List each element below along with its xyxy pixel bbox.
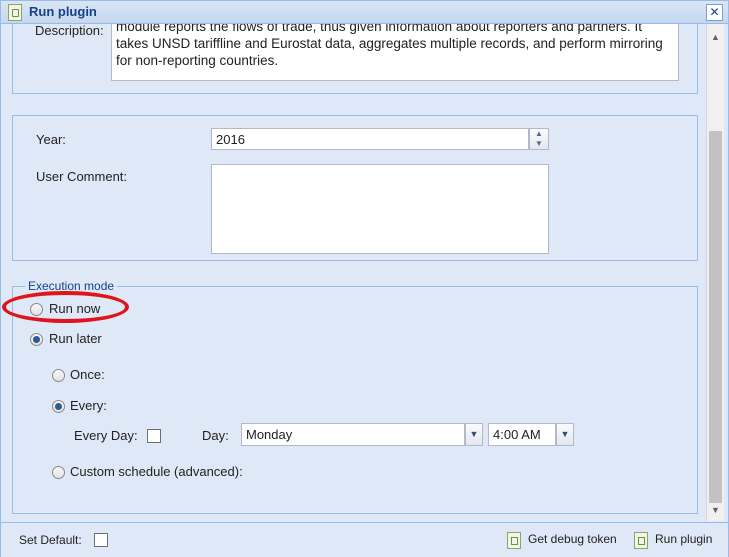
set-default-checkbox[interactable] bbox=[94, 533, 108, 547]
day-select[interactable]: Monday bbox=[241, 423, 465, 446]
debug-token-icon bbox=[507, 532, 521, 549]
custom-schedule-radio[interactable] bbox=[52, 466, 65, 479]
run-later-label[interactable]: Run later bbox=[49, 331, 102, 346]
once-label[interactable]: Once: bbox=[70, 367, 105, 382]
day-label: Day: bbox=[202, 428, 229, 443]
window-titlebar[interactable]: Run plugin ✕ bbox=[1, 1, 728, 24]
time-select[interactable]: 4:00 AM bbox=[488, 423, 556, 446]
spinner-up-icon[interactable]: ▲ bbox=[530, 129, 548, 139]
set-default-label: Set Default: bbox=[19, 533, 82, 547]
description-panel: Description: module reports the flows of… bbox=[12, 24, 698, 94]
every-label[interactable]: Every: bbox=[70, 398, 107, 413]
description-label: Description: bbox=[35, 24, 104, 38]
run-plugin-icon bbox=[634, 532, 648, 549]
scroll-up-icon[interactable]: ▲ bbox=[707, 29, 724, 46]
spinner-down-icon[interactable]: ▼ bbox=[530, 139, 548, 149]
scroll-thumb[interactable] bbox=[709, 131, 722, 503]
execution-mode-fieldset: Execution mode Run now Run later Once: E… bbox=[12, 279, 698, 514]
user-comment-label: User Comment: bbox=[36, 169, 128, 184]
window-footer: Set Default: Get debug token Run plugin bbox=[1, 522, 728, 557]
every-day-label: Every Day: bbox=[74, 428, 138, 443]
window-title: Run plugin bbox=[29, 4, 97, 19]
user-comment-textarea[interactable] bbox=[211, 164, 549, 254]
description-textarea[interactable]: module reports the flows of trade, thus … bbox=[111, 24, 679, 81]
year-label: Year: bbox=[36, 132, 66, 147]
run-now-highlight-ellipse bbox=[2, 291, 129, 323]
form-content: Description: module reports the flows of… bbox=[1, 24, 706, 521]
time-select-chevron-down-icon[interactable]: ▼ bbox=[556, 423, 574, 446]
get-debug-token-button[interactable]: Get debug token bbox=[528, 532, 617, 546]
close-button[interactable]: ✕ bbox=[706, 4, 723, 21]
custom-schedule-label[interactable]: Custom schedule (advanced): bbox=[70, 464, 243, 479]
year-input[interactable]: 2016 bbox=[211, 128, 529, 150]
run-plugin-window: Run plugin ✕ Description: module reports… bbox=[0, 0, 729, 557]
day-select-chevron-down-icon[interactable]: ▼ bbox=[465, 423, 483, 446]
parameters-panel: Year: 2016 ▲ ▼ User Comment: bbox=[12, 115, 698, 261]
once-radio[interactable] bbox=[52, 369, 65, 382]
year-spinner[interactable]: ▲ ▼ bbox=[529, 128, 549, 150]
every-day-checkbox[interactable] bbox=[147, 429, 161, 443]
every-radio[interactable] bbox=[52, 400, 65, 413]
scroll-down-icon[interactable]: ▼ bbox=[707, 502, 724, 519]
plugin-icon bbox=[8, 4, 22, 21]
run-later-radio[interactable] bbox=[30, 333, 43, 346]
vertical-scrollbar[interactable]: ▲ ▼ bbox=[706, 24, 724, 521]
run-plugin-button[interactable]: Run plugin bbox=[655, 532, 712, 546]
